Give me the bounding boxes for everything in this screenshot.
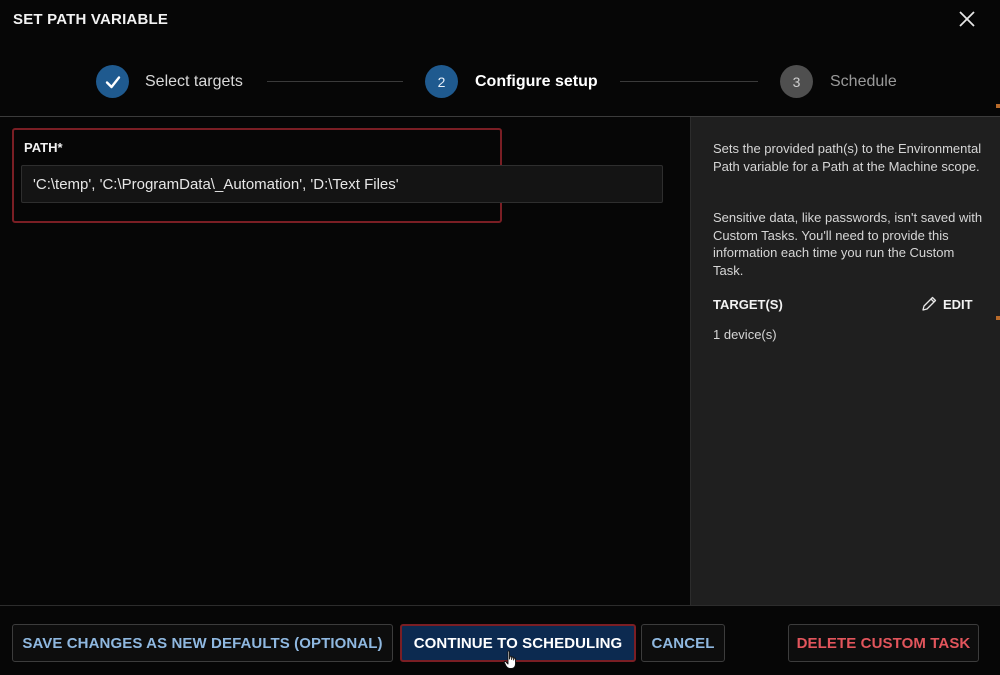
check-icon xyxy=(105,75,120,88)
edge-marker xyxy=(996,316,1000,320)
step-2-badge: 2 xyxy=(425,65,458,98)
dialog-header: SET PATH VARIABLE xyxy=(0,0,1000,40)
edit-targets-button[interactable]: EDIT xyxy=(920,295,973,313)
targets-heading: TARGET(S) xyxy=(713,297,783,312)
wizard-stepper: Select targets 2 Configure setup 3 Sched… xyxy=(0,55,1000,109)
edge-marker xyxy=(996,104,1000,108)
continue-to-scheduling-button[interactable]: CONTINUE TO SCHEDULING xyxy=(400,624,636,662)
sensitive-data-note: Sensitive data, like passwords, isn't sa… xyxy=(713,210,983,278)
close-icon[interactable] xyxy=(956,8,978,30)
save-as-defaults-button[interactable]: SAVE CHANGES AS NEW DEFAULTS (OPTIONAL) xyxy=(12,624,393,662)
step-3-badge: 3 xyxy=(780,65,813,98)
info-side-panel xyxy=(690,117,1000,605)
step-2-label: Configure setup xyxy=(475,73,598,90)
device-count: 1 device(s) xyxy=(713,327,777,342)
path-input[interactable] xyxy=(21,165,663,203)
task-description: Sets the provided path(s) to the Environ… xyxy=(713,141,982,174)
step-connector-1 xyxy=(267,81,403,82)
path-field-label: PATH* xyxy=(24,140,63,155)
step-connector-2 xyxy=(620,81,758,82)
edit-label: EDIT xyxy=(943,296,973,312)
delete-custom-task-button[interactable]: DELETE CUSTOM TASK xyxy=(788,624,979,662)
step-1-complete-badge xyxy=(96,65,129,98)
step-1-label[interactable]: Select targets xyxy=(145,72,243,92)
step-3-label: Schedule xyxy=(830,73,897,90)
pencil-icon xyxy=(922,296,937,311)
set-path-variable-dialog: SET PATH VARIABLE Select targets 2 Confi… xyxy=(0,0,1000,675)
dialog-title: SET PATH VARIABLE xyxy=(13,11,169,28)
cancel-button[interactable]: CANCEL xyxy=(641,624,725,662)
footer-divider xyxy=(0,605,1000,606)
